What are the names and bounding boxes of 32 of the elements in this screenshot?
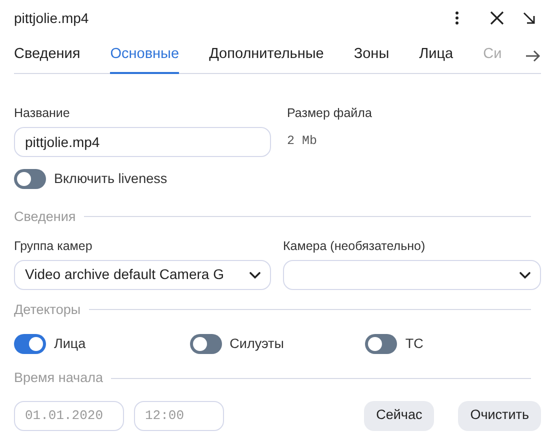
close-icon (490, 11, 504, 25)
toggle-label: Включить liveness (54, 170, 168, 188)
toggle-switch[interactable] (14, 168, 46, 189)
toggle-switch[interactable] (190, 334, 222, 354)
name-field[interactable]: pittjolie.mp4 (14, 126, 271, 156)
field-label: Название (14, 104, 71, 122)
arrow-down-right-icon (523, 12, 535, 24)
window-title: pittjolie.mp4 (14, 8, 89, 28)
tab[interactable]: Дополнительные (209, 40, 324, 74)
section-title: Детекторы (14, 300, 81, 319)
field-label: Камера (необязательно) (283, 238, 426, 255)
action-button[interactable]: Сейчас (364, 400, 434, 430)
arrow-right-icon[interactable] (525, 49, 541, 64)
section-title: Сведения (14, 208, 76, 226)
tab[interactable]: Сведения (14, 40, 80, 74)
file-size-value: 2 Mb (287, 132, 318, 150)
field-label: Группа камер (14, 238, 94, 255)
toggle-switch[interactable] (365, 334, 398, 354)
more-icon (455, 11, 459, 25)
toggle-label: Лица (54, 335, 86, 353)
field-label: Размер файла (287, 104, 373, 122)
tab[interactable]: Зоны (354, 40, 390, 74)
time-field[interactable]: 12:00 (134, 400, 224, 430)
date-field[interactable]: 01.01.2020 (14, 400, 124, 430)
action-button[interactable]: Очистить (458, 400, 541, 430)
toggle-label: Силуэты (230, 335, 284, 353)
tab[interactable]: Основные (110, 40, 180, 74)
toggle-label: ТС (405, 335, 424, 353)
section-title: Время начала (14, 369, 103, 388)
toggle-switch[interactable] (14, 334, 46, 354)
camera-group-select[interactable]: Video archive default Camera G (14, 260, 271, 290)
tab[interactable]: Лица (419, 40, 454, 74)
